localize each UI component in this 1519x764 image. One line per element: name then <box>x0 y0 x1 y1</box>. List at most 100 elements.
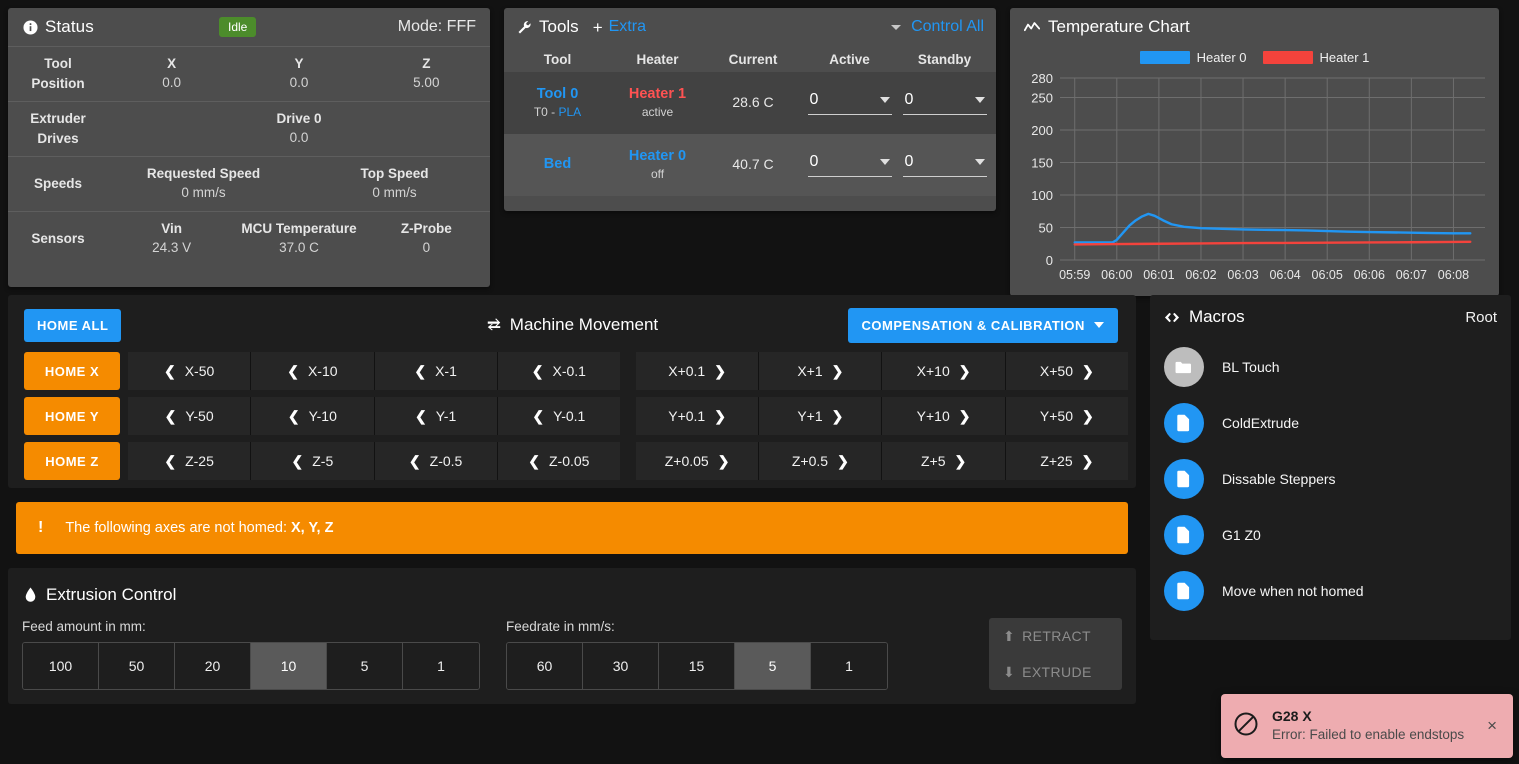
add-extra-group[interactable]: + Extra <box>593 18 646 36</box>
active-temp-value: 0 <box>809 153 819 170</box>
axis-row-y: HOME Y ❮ Y-50 ❮ Y-10 ❮ Y-1 ❮ Y-0.1 Y+0.1 ❯ Y+… <box>16 397 1128 435</box>
feed-amount-100[interactable]: 100 <box>23 643 99 689</box>
home-x-button[interactable]: HOME X <box>24 352 120 390</box>
macro-item-bl-touch[interactable]: BL Touch <box>1150 339 1511 395</box>
standby-cell[interactable]: 0 <box>897 153 992 177</box>
jog-x-plus-1[interactable]: X+1 ❯ <box>759 352 883 390</box>
svg-text:06:08: 06:08 <box>1438 268 1469 282</box>
jog-y-minus-0.1[interactable]: ❮ Y-0.1 <box>497 397 620 435</box>
compensation-calibration-button[interactable]: COMPENSATION & CALIBRATION <box>847 307 1118 343</box>
heater-cell[interactable]: Heater 0 off <box>611 147 704 184</box>
error-toast[interactable]: G28 X Error: Failed to enable endstops × <box>1221 694 1513 758</box>
jog-z-minus-25[interactable]: ❮ Z-25 <box>128 442 252 480</box>
jog-group-x-positive: X+0.1 ❯ X+1 ❯ X+10 ❯ X+50 ❯ <box>635 352 1128 390</box>
feedrate-1[interactable]: 1 <box>811 643 887 689</box>
heater-name[interactable]: Heater 0 <box>611 147 704 167</box>
jog-y-minus-1[interactable]: ❮ Y-1 <box>374 397 498 435</box>
feed-amount-50[interactable]: 50 <box>99 643 175 689</box>
standby-temp-input[interactable]: 0 <box>902 91 987 115</box>
extrusion-title: Extrusion Control <box>46 585 177 604</box>
jog-y-minus-50[interactable]: ❮ Y-50 <box>128 397 252 435</box>
feed-amount-1[interactable]: 1 <box>403 643 479 689</box>
control-all-group[interactable]: Control All <box>891 18 984 36</box>
macros-breadcrumb-root[interactable]: Root <box>1465 309 1497 326</box>
active-temp-input[interactable]: 0 <box>807 153 892 177</box>
jog-x-minus-0.1[interactable]: ❮ X-0.1 <box>497 352 620 390</box>
jog-z-plus-5[interactable]: Z+5 ❯ <box>882 442 1006 480</box>
extrude-button[interactable]: ⬇ EXTRUDE <box>989 654 1122 690</box>
feedrate-15[interactable]: 15 <box>659 643 735 689</box>
jog-z-plus-25[interactable]: Z+25 ❯ <box>1005 442 1128 480</box>
macro-item-g1-z0[interactable]: G1 Z0 <box>1150 507 1511 563</box>
feedrate-60[interactable]: 60 <box>507 643 583 689</box>
home-z-button[interactable]: HOME Z <box>24 442 120 480</box>
status-title-group: Status <box>22 17 94 37</box>
jog-z-plus-0.5[interactable]: Z+0.5 ❯ <box>759 442 883 480</box>
svg-text:100: 100 <box>1031 188 1053 203</box>
tools-row-bed[interactable]: Bed Heater 0 off 40.7 C 0 0 <box>504 134 996 196</box>
jog-x-plus-50[interactable]: X+50 ❯ <box>1005 352 1128 390</box>
row-label: Tool Position <box>31 56 85 91</box>
chevron-left-icon: ❮ <box>408 452 421 469</box>
tool-name[interactable]: Tool 0 <box>504 85 611 105</box>
feed-amount-5[interactable]: 5 <box>327 643 403 689</box>
close-icon[interactable]: × <box>1483 716 1501 736</box>
home-y-button[interactable]: HOME Y <box>24 397 120 435</box>
feed-amount-10[interactable]: 10 <box>251 643 327 689</box>
active-cell[interactable]: 0 <box>802 91 897 115</box>
control-all-link[interactable]: Control All <box>911 18 984 36</box>
standby-temp-input[interactable]: 0 <box>902 153 987 177</box>
active-temp-input[interactable]: 0 <box>807 91 892 115</box>
jog-x-plus-0.1[interactable]: X+0.1 ❯ <box>635 352 760 390</box>
jog-y-plus-50[interactable]: Y+50 ❯ <box>1005 397 1128 435</box>
extrusion-control-panel: Extrusion Control Feed amount in mm: 100… <box>8 568 1136 704</box>
macro-item-coldextrude[interactable]: ColdExtrude <box>1150 395 1511 451</box>
macros-title: Macros <box>1188 307 1245 326</box>
feed-amount-20[interactable]: 20 <box>175 643 251 689</box>
jog-z-minus-0.05[interactable]: ❮ Z-0.05 <box>497 442 620 480</box>
jog-x-minus-50[interactable]: ❮ X-50 <box>128 352 252 390</box>
active-cell[interactable]: 0 <box>802 153 897 177</box>
macro-item-dissable-steppers[interactable]: Dissable Steppers <box>1150 451 1511 507</box>
jog-z-plus-0.05[interactable]: Z+0.05 ❯ <box>635 442 760 480</box>
warning-text: The following axes are not homed: X, Y, … <box>65 520 334 536</box>
heater-name[interactable]: Heater 1 <box>611 85 704 105</box>
jog-x-minus-10[interactable]: ❮ X-10 <box>251 352 375 390</box>
jog-y-plus-1[interactable]: Y+1 ❯ <box>759 397 883 435</box>
extra-link[interactable]: Extra <box>609 18 646 36</box>
feedrate-30[interactable]: 30 <box>583 643 659 689</box>
chevron-down-icon[interactable] <box>891 24 902 30</box>
jog-z-minus-0.5[interactable]: ❮ Z-0.5 <box>374 442 498 480</box>
svg-text:150: 150 <box>1031 156 1053 171</box>
retract-button[interactable]: ⬆ RETRACT <box>989 618 1122 654</box>
chevron-down-icon[interactable] <box>974 97 985 103</box>
chevron-down-icon[interactable] <box>974 159 985 165</box>
temperature-chart-panel: Temperature Chart Heater 0 Heater 1 0 50 1… <box>1010 8 1499 296</box>
cell-y: Y 0.0 <box>289 55 309 91</box>
macro-item-move-when-not-homed[interactable]: Move when not homed <box>1150 563 1511 619</box>
svg-text:06:00: 06:00 <box>1101 268 1132 282</box>
svg-text:06:06: 06:06 <box>1354 268 1385 282</box>
jog-z-minus-5[interactable]: ❮ Z-5 <box>251 442 375 480</box>
tools-row-tool0[interactable]: Tool 0 T0 - PLA Heater 1 active 28.6 C 0 <box>504 72 996 134</box>
col-active: Active <box>829 51 870 67</box>
jog-x-minus-1[interactable]: ❮ X-1 <box>374 352 498 390</box>
jog-y-plus-10[interactable]: Y+10 ❯ <box>882 397 1006 435</box>
tool-cell[interactable]: Bed <box>504 155 611 175</box>
chevron-down-icon[interactable] <box>879 159 890 165</box>
filament-link[interactable]: PLA <box>558 105 581 119</box>
jog-x-plus-10[interactable]: X+10 ❯ <box>882 352 1006 390</box>
chevron-right-icon: ❯ <box>958 362 971 379</box>
status-title: Status <box>45 17 94 36</box>
feedrate-5[interactable]: 5 <box>735 643 811 689</box>
ban-icon <box>1233 711 1259 742</box>
standby-cell[interactable]: 0 <box>897 91 992 115</box>
home-all-button[interactable]: HOME ALL <box>24 308 122 342</box>
active-temp-value: 0 <box>809 91 819 108</box>
tool-cell[interactable]: Tool 0 T0 - PLA <box>504 85 611 122</box>
chevron-down-icon[interactable] <box>879 97 890 103</box>
jog-y-minus-10[interactable]: ❮ Y-10 <box>251 397 375 435</box>
jog-y-plus-0.1[interactable]: Y+0.1 ❯ <box>635 397 760 435</box>
tool-name[interactable]: Bed <box>504 155 611 175</box>
heater-cell[interactable]: Heater 1 active <box>611 85 704 122</box>
